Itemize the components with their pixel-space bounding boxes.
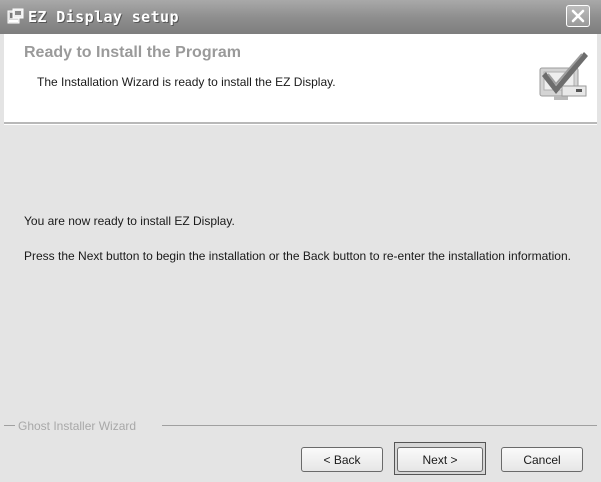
group-divider-left	[4, 425, 15, 426]
back-button[interactable]: < Back	[301, 447, 383, 472]
instruction-message: Press the Next button to begin the insta…	[24, 249, 571, 263]
ready-message: You are now ready to install EZ Display.	[24, 214, 235, 228]
cancel-button[interactable]: Cancel	[501, 447, 583, 472]
group-label: Ghost Installer Wizard	[18, 419, 137, 433]
installer-window: EZ Display setup Ready to Install the Pr…	[0, 0, 601, 482]
page-subtitle: The Installation Wizard is ready to inst…	[37, 75, 336, 89]
close-icon	[571, 9, 585, 23]
next-button[interactable]: Next >	[397, 447, 483, 472]
header-divider	[4, 122, 597, 125]
checkmark-computer-icon	[532, 46, 590, 104]
window-title: EZ Display setup	[28, 8, 179, 26]
group-divider-right	[162, 425, 597, 426]
page-title: Ready to Install the Program	[24, 44, 241, 61]
setup-icon	[7, 8, 24, 26]
title-bar[interactable]: EZ Display setup	[0, 0, 601, 34]
wizard-header: Ready to Install the Program The Install…	[4, 34, 597, 122]
close-button[interactable]	[566, 5, 590, 27]
